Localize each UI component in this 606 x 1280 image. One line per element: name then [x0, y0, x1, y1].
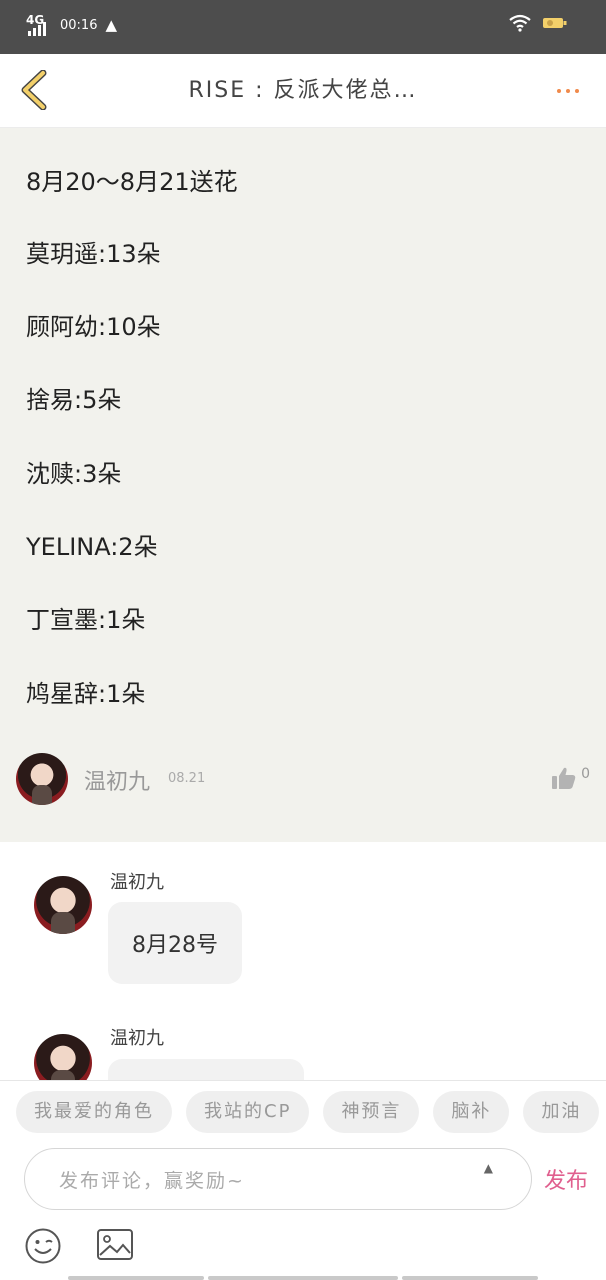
status-time: 00:16: [60, 17, 98, 33]
nav-segment: [208, 1276, 398, 1280]
post-line: 8月20～8月21送花: [26, 168, 238, 196]
post-line: YELINA:2朵: [26, 533, 158, 561]
quick-tag[interactable]: 我站的CP: [186, 1091, 310, 1133]
status-bar: 4G 00:16 ▲: [0, 0, 606, 54]
nav-segment: [68, 1276, 204, 1280]
caret-up-icon[interactable]: ▲: [484, 1161, 493, 1175]
avatar[interactable]: [34, 1034, 92, 1080]
system-navigation-bar: [0, 1275, 606, 1280]
comment-input-placeholder: 发布评论，赢奖励~: [59, 1170, 245, 1192]
nav-segment: [402, 1276, 538, 1280]
post-line: 顾阿幼:10朵: [26, 313, 161, 341]
post-time: 08.21: [168, 771, 206, 786]
post-author-row: 温初九 08.21 0: [16, 752, 590, 806]
emoji-icon[interactable]: [24, 1227, 62, 1265]
post-content: 8月20～8月21送花 莫玥遥:13朵 顾阿幼:10朵 捨易:5朵 沈赎:3朵 …: [0, 128, 606, 842]
quick-tag[interactable]: 加油: [523, 1091, 600, 1133]
cellular-signal-icon: 4G: [26, 13, 52, 36]
avatar[interactable]: [16, 753, 68, 805]
quick-tag[interactable]: 神预言: [323, 1091, 420, 1133]
more-dot: [575, 89, 579, 93]
comment-bubble[interactable]: 8月28号: [108, 902, 242, 984]
back-button[interactable]: [14, 68, 54, 112]
comment-text: 8月28号: [132, 933, 218, 958]
chevron-left-icon: [21, 70, 47, 110]
author-name[interactable]: 温初九: [84, 764, 150, 796]
post-line: 莫玥遥:13朵: [26, 240, 161, 268]
battery-icon: [543, 18, 567, 28]
comment-input[interactable]: 发布评论，赢奖励~ ▲: [24, 1148, 532, 1210]
comment-author-name[interactable]: 温初九: [110, 868, 164, 894]
quick-tag-list: 我最爱的角色 我站的CP 神预言 脑补 加油: [16, 1091, 606, 1135]
comment-author-name[interactable]: 温初九: [110, 1024, 164, 1050]
image-icon[interactable]: [96, 1227, 134, 1263]
publish-button[interactable]: 发布: [544, 1163, 588, 1195]
like-button[interactable]: 0: [551, 766, 590, 790]
comment-composer: 我最爱的角色 我站的CP 神预言 脑补 加油 发布评论，赢奖励~ ▲ 发布: [0, 1080, 606, 1280]
comment-bubble[interactable]: [108, 1059, 304, 1080]
post-line: 捨易:5朵: [26, 386, 122, 414]
more-options-button[interactable]: [550, 76, 586, 106]
quick-tag[interactable]: 脑补: [433, 1091, 510, 1133]
quick-tag[interactable]: 我最爱的角色: [16, 1091, 172, 1133]
like-count: 0: [581, 766, 590, 782]
thumbs-up-icon: [552, 767, 576, 789]
comment-list: 温初九 8月28号 温初九: [0, 842, 606, 1080]
post-line: 鸠星辞:1朵: [26, 680, 146, 708]
top-navigation-bar: RISE : 反派大佬总…: [0, 54, 606, 128]
avatar[interactable]: [34, 876, 92, 934]
wifi-icon: [509, 14, 531, 32]
post-line: 丁宣墨:1朵: [26, 606, 146, 634]
post-line: 沈赎:3朵: [26, 460, 122, 488]
page-title: RISE : 反派大佬总…: [188, 78, 418, 103]
more-dot: [566, 89, 570, 93]
more-dot: [557, 89, 561, 93]
warning-icon: ▲: [105, 16, 118, 34]
